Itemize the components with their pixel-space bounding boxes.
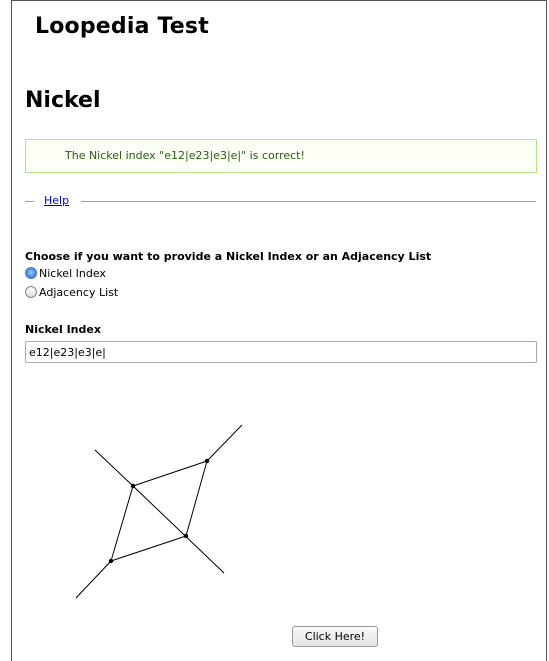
graph-edge xyxy=(110,485,134,562)
graph-vertex xyxy=(130,483,136,489)
graph-edge xyxy=(132,485,225,574)
click-here-button[interactable]: Click Here! xyxy=(292,626,378,647)
graph-vertex xyxy=(204,458,210,464)
graph-edge xyxy=(110,535,187,562)
graph-edge xyxy=(75,560,112,599)
graph-edge xyxy=(94,449,134,487)
graph-vertex xyxy=(183,533,189,539)
graph-edge xyxy=(132,460,208,487)
graph-edge xyxy=(185,460,208,537)
graph-vertex xyxy=(108,558,114,564)
graph-drawing xyxy=(75,424,243,599)
graph-edge xyxy=(206,424,243,462)
